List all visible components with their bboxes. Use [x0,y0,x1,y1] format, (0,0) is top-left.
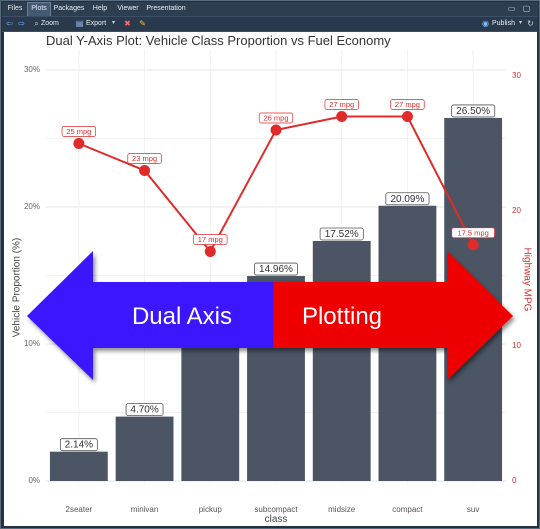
bar-label: 20.09% [390,194,424,205]
x-axis-title: class [264,514,288,525]
y-right-tick-label: 0 [512,476,517,485]
bar-label: 2.14% [65,440,93,451]
mpg-point [204,246,216,257]
y-tick-label: 30% [23,65,40,74]
mpg-point [336,111,348,122]
bar [115,416,174,481]
bar [444,117,503,481]
bar [181,281,240,481]
bar-label: 17.52% [325,229,359,240]
bar [378,205,437,481]
y-right-tick-label: 20 [512,206,521,215]
y-axis-title: Vehicle Proportion (%) [11,237,23,338]
mpg-label: 27 mpg [395,100,420,109]
y-right-tick-label: 10 [512,341,521,350]
bar [49,451,108,481]
mpg-point [270,124,282,136]
x-tick-label: suv [466,505,480,514]
mpg-label: 17.5 mpg [458,228,489,237]
mpg-label: 26 mpg [263,114,288,123]
y-right-tick-label: 30 [512,71,521,80]
mpg-label: 17 mpg [198,235,223,244]
bar-label: 26.50% [456,106,490,117]
x-tick-label: 2seater [65,505,93,514]
bar [312,240,371,481]
x-tick-label: midsize [328,505,356,514]
mpg-label: 23 mpg [132,154,157,163]
chart-svg: 2.14% 4.70% 14.96% 17.52% 20.09% 26.50% 25 mpg… [46,50,506,484]
mpg-label: 25 mpg [66,127,91,136]
y-tick-label: 0% [28,476,40,485]
bar-label: 4.70% [130,405,158,416]
x-tick-label: compact [392,505,423,514]
mpg-point [73,138,85,149]
mpg-point [139,165,151,176]
bar [247,276,305,481]
bar-label: 14.96% [259,264,293,275]
mpg-point [467,239,479,251]
mpg-label: 27 mpg [329,100,354,109]
x-tick-label: pickup [198,505,222,514]
x-tick-label: minivan [130,505,159,514]
mpg-point [401,111,413,122]
y-tick-label: 20% [23,202,40,211]
x-tick-label: subcompact [254,505,298,514]
y-axis-right-title: Highway MPG [521,247,533,312]
